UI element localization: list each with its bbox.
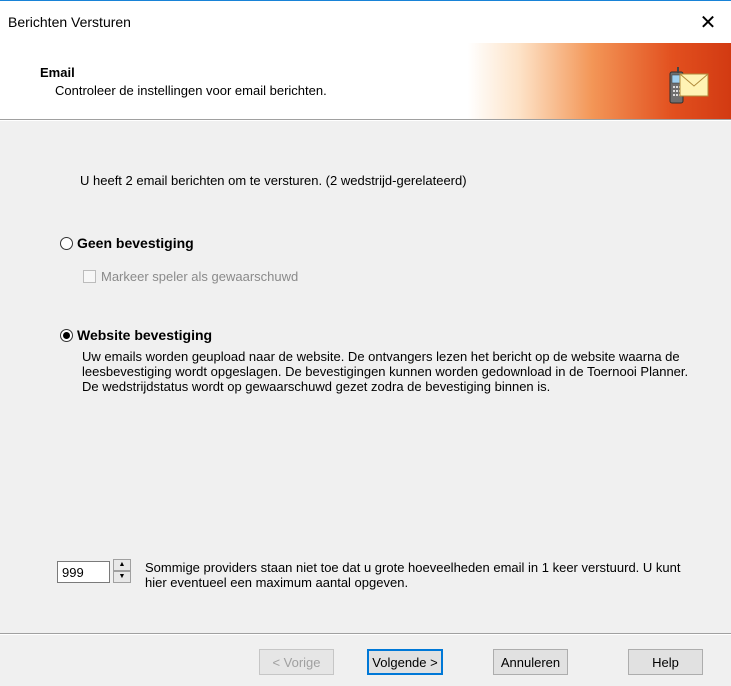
- option-geen-bevestiging[interactable]: Geen bevestiging: [60, 235, 194, 251]
- geen-bevestiging-label[interactable]: Geen bevestiging: [77, 235, 194, 251]
- website-bevestiging-description: Uw emails worden geupload naar de websit…: [82, 349, 689, 394]
- title-bar: Berichten Versturen ✕: [0, 1, 731, 43]
- message-count-text: U heeft 2 email berichten om te versture…: [80, 173, 467, 188]
- cancel-button[interactable]: Annuleren: [493, 649, 568, 675]
- header-banner: Email Controleer de instellingen voor em…: [0, 43, 731, 119]
- dialog-window: Berichten Versturen ✕ Email Controleer d…: [0, 0, 731, 686]
- spin-down-button[interactable]: ▼: [113, 571, 131, 583]
- option-website-bevestiging[interactable]: Website bevestiging: [60, 327, 212, 343]
- website-bevestiging-label[interactable]: Website bevestiging: [77, 327, 212, 343]
- help-button[interactable]: Help: [628, 649, 703, 675]
- max-emails-note: Sommige providers staan niet toe dat u g…: [145, 560, 681, 590]
- header-separator: [0, 119, 731, 121]
- markeer-speler-checkbox: [83, 270, 96, 283]
- window-title: Berichten Versturen: [8, 14, 131, 30]
- markeer-speler-label: Markeer speler als gewaarschuwd: [101, 269, 299, 284]
- footer-separator: [0, 633, 731, 635]
- geen-bevestiging-radio[interactable]: [60, 236, 73, 250]
- header-title: Email: [40, 65, 75, 80]
- back-button[interactable]: < Vorige: [259, 649, 334, 675]
- phone-email-icon: [669, 67, 709, 104]
- spin-up-button[interactable]: ▲: [113, 559, 131, 571]
- max-emails-spinner[interactable]: ▲ ▼: [113, 559, 131, 583]
- website-bevestiging-radio[interactable]: [60, 328, 73, 342]
- close-icon: ✕: [699, 11, 717, 34]
- max-emails-input[interactable]: [57, 561, 110, 583]
- next-button[interactable]: Volgende >: [367, 649, 443, 675]
- close-button[interactable]: ✕: [685, 1, 731, 43]
- markeer-speler-option: Markeer speler als gewaarschuwd: [83, 269, 298, 284]
- header-subtitle: Controleer de instellingen voor email be…: [55, 83, 327, 98]
